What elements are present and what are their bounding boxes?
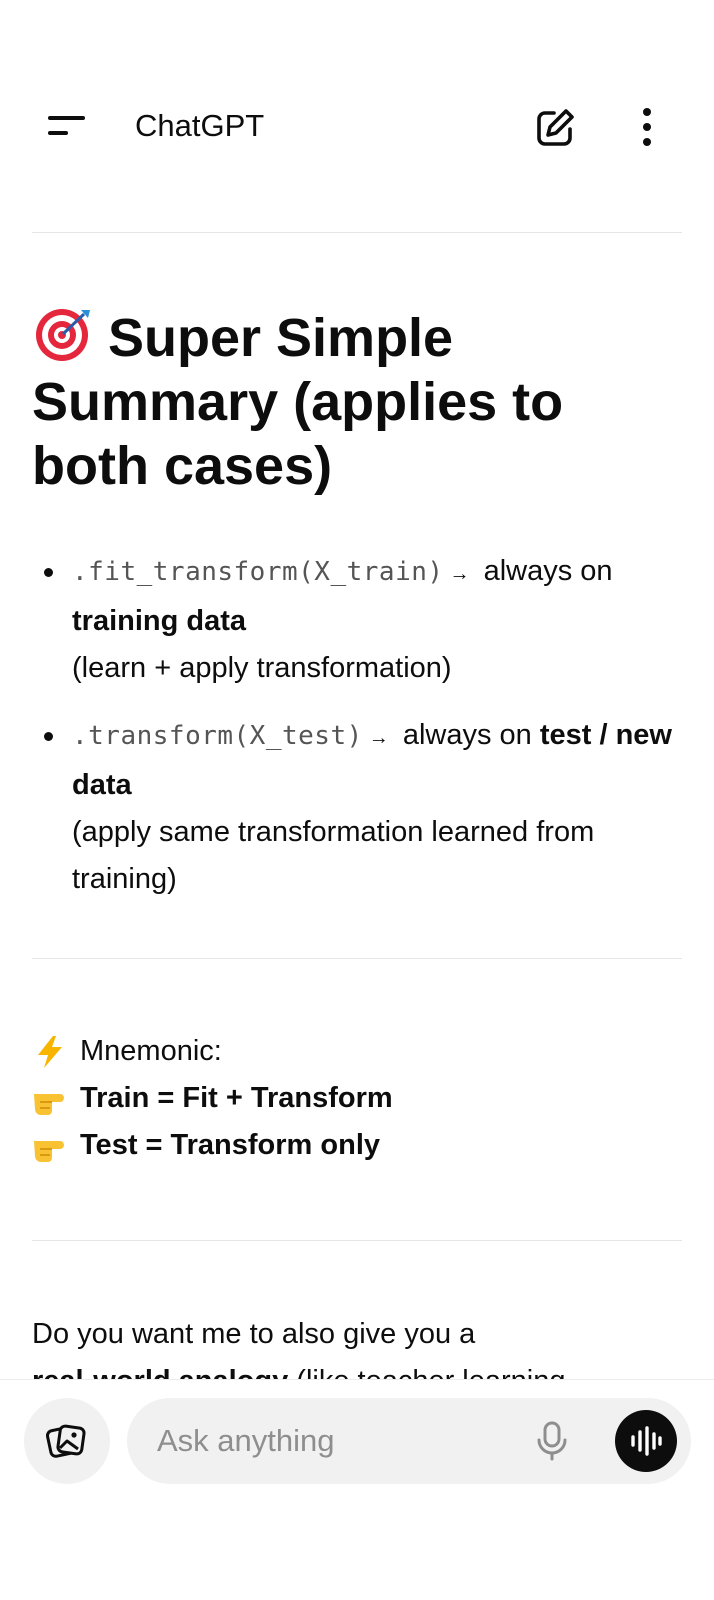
mnemonic-line: Train = Fit + Transform xyxy=(32,1075,682,1122)
microphone-icon[interactable] xyxy=(532,1420,572,1462)
bullet-bold-text: training data xyxy=(72,605,247,637)
more-vertical-icon[interactable] xyxy=(625,104,669,152)
mnemonic-train: Train = Fit + Transform xyxy=(80,1082,393,1114)
heading-text: Super Simple Summary (applies to both ca… xyxy=(32,308,564,496)
lightning-icon xyxy=(38,1035,62,1068)
bullet-note: (learn + apply transformation) xyxy=(72,652,452,684)
summary-bullet-list: .fit_transform(X_train) → always on train… xyxy=(32,548,682,903)
app-title: ChatGPT xyxy=(135,108,265,143)
divider xyxy=(32,1240,682,1241)
image-gallery-icon xyxy=(45,1424,86,1458)
question-text: Do you want me to also give you a xyxy=(32,1318,476,1350)
edit-icon[interactable] xyxy=(533,106,577,150)
voice-mode-icon xyxy=(631,1426,662,1456)
divider xyxy=(32,958,682,959)
inline-code: .transform(X_test) xyxy=(72,721,363,751)
arrow: → xyxy=(368,727,389,749)
composer-bar xyxy=(0,1379,714,1600)
list-item: .transform(X_test) → always on test / new… xyxy=(32,712,682,903)
list-item: .fit_transform(X_train) → always on train… xyxy=(32,548,682,692)
direct-hit-target-icon xyxy=(36,309,90,361)
mnemonic-line: Test = Transform only xyxy=(32,1122,682,1169)
bullet-dot xyxy=(44,732,53,741)
response-heading: Super Simple Summary (applies to both ca… xyxy=(32,306,672,498)
prompt-input[interactable] xyxy=(157,1398,507,1484)
arrow: → xyxy=(449,563,470,585)
top-app-bar: ChatGPT xyxy=(0,0,714,232)
mnemonic-label: Mnemonic: xyxy=(80,1035,222,1067)
voice-mode-button[interactable] xyxy=(615,1410,677,1472)
hamburger-menu-icon[interactable] xyxy=(46,110,90,150)
mnemonic-label-line: Mnemonic: xyxy=(32,1028,682,1075)
divider xyxy=(32,232,682,233)
pointing-hand-icon xyxy=(34,1140,64,1162)
bullet-note: (apply same transformation learned from … xyxy=(72,816,595,895)
bullet-dot xyxy=(44,568,53,577)
prompt-input-wrapper xyxy=(127,1398,691,1484)
mnemonic-test: Test = Transform only xyxy=(80,1129,381,1161)
inline-code: .fit_transform(X_train) xyxy=(72,557,444,587)
pointing-hand-icon xyxy=(34,1093,64,1115)
bullet-text: always on xyxy=(394,719,540,751)
bullet-text: always on xyxy=(475,555,613,587)
attach-button[interactable] xyxy=(24,1398,110,1484)
mnemonic-block: Mnemonic: Train = Fit + Transform Test =… xyxy=(32,1028,682,1169)
